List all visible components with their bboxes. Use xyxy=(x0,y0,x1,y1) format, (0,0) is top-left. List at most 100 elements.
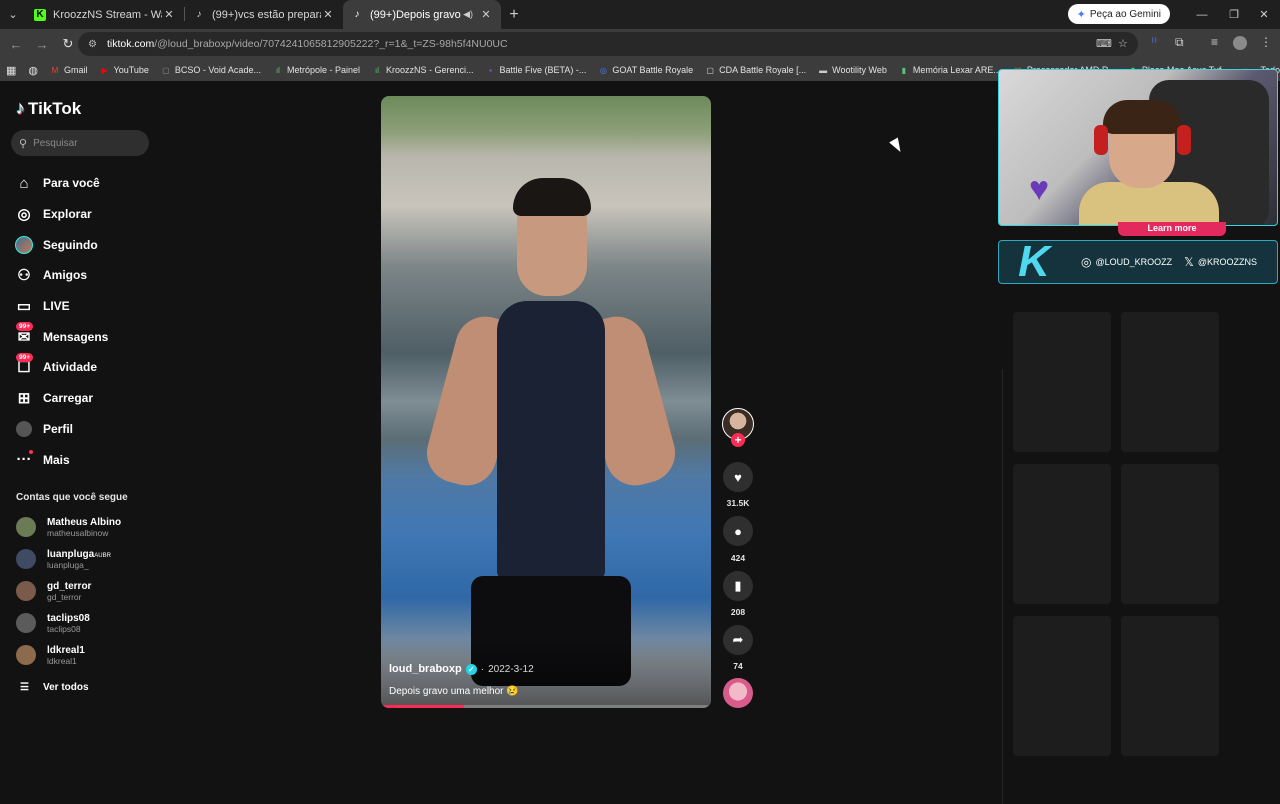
bookmark-item[interactable]: ▮ Memória Lexar ARE... xyxy=(899,65,1001,75)
video-thumbnail-placeholder[interactable] xyxy=(1013,464,1111,604)
bookmark-favicon-icon: ▶ xyxy=(101,65,108,75)
bookmark-item[interactable]: M Gmail xyxy=(50,65,88,75)
sidebar-item-perfil[interactable]: Perfil xyxy=(14,414,108,445)
music-disc-avatar[interactable] xyxy=(723,678,753,708)
follow-plus-icon[interactable]: + xyxy=(731,433,745,447)
verified-icon: ✓ xyxy=(465,663,477,675)
learn-more-button[interactable]: Learn more xyxy=(1118,222,1226,236)
bookmark-label: Battle Five (BETA) -... xyxy=(499,65,587,75)
video-author[interactable]: loud_braboxp ✓ · 2022-3-12 xyxy=(389,663,534,675)
x-logo-icon: 𝕏 xyxy=(1184,255,1194,269)
bookmark-label: Memória Lexar ARE... xyxy=(912,65,1001,75)
video-subject-illustration xyxy=(420,176,682,708)
account-item[interactable]: Matheus Albino matheusalbinow xyxy=(16,512,121,542)
sidebar-item-mensagens[interactable]: ✉ 99+ Mensagens xyxy=(14,321,108,352)
sidebar-item-label: Mais xyxy=(43,452,70,467)
extension-icon[interactable]: ⁾⁾ xyxy=(1151,35,1157,49)
profile-avatar[interactable] xyxy=(1233,36,1247,50)
tab-kroozzns-stream[interactable]: K KroozzNS Stream - Watch Live ✕ xyxy=(26,0,184,29)
back-icon[interactable]: ← xyxy=(4,32,28,56)
bookmark-item[interactable]: ▬ Wootility Web xyxy=(818,65,887,75)
sidebar-item-label: Amigos xyxy=(43,268,88,283)
sidebar-item-para-voce[interactable]: ⌂ Para você xyxy=(14,168,108,199)
account-item[interactable]: ldkreal1 ldkreal1 xyxy=(16,640,85,670)
tiktok-logo[interactable]: ♪ TikTok xyxy=(16,98,81,119)
video-thumbnail-placeholder[interactable] xyxy=(1013,312,1111,452)
sidebar-item-seguindo[interactable]: Seguindo xyxy=(14,229,108,260)
bookmark-item[interactable]: ◎ GOAT Battle Royale xyxy=(598,65,693,75)
sidebar-item-amigos[interactable]: ⚇ Amigos xyxy=(14,260,108,291)
gemini-button[interactable]: ✦ Peça ao Gemini xyxy=(1067,4,1170,24)
minimize-icon[interactable]: — xyxy=(1186,0,1218,29)
like-heart-icon[interactable]: ♥ xyxy=(723,462,753,492)
like-count: 31.5K xyxy=(726,498,750,508)
tiktok-logo-text: TikTok xyxy=(28,98,82,118)
bookmark-icon[interactable]: ▮ xyxy=(723,571,753,601)
bookmark-item[interactable]: ▢ BCSO - Void Acade... xyxy=(161,65,261,75)
video-player[interactable]: loud_braboxp ✓ · 2022-3-12 Depois gravo … xyxy=(381,96,711,708)
sidebar-item-label: Para você xyxy=(43,176,100,191)
bookmark-item[interactable]: ▶ YouTube xyxy=(100,65,148,75)
bookmark-favicon-icon: ◎ xyxy=(599,65,607,75)
bookmark-label: BCSO - Void Acade... xyxy=(174,65,261,75)
bookmark-item[interactable]: ▢ CDA Battle Royale [... xyxy=(705,65,806,75)
close-tab-icon[interactable]: ✕ xyxy=(321,8,335,21)
translate-icon[interactable]: ⌨ xyxy=(1096,37,1112,50)
x-handle: 𝕏 @KROOZZNS xyxy=(1184,255,1257,269)
account-item[interactable]: taclips08 taclips08 xyxy=(16,608,90,638)
menu-dots-icon[interactable]: ⋮ xyxy=(1260,35,1272,49)
new-tab-button[interactable]: + xyxy=(501,0,527,29)
comment-icon[interactable]: ● xyxy=(723,516,753,546)
account-handle: luanpluga_ xyxy=(47,559,89,570)
sidebar-item-label: LIVE xyxy=(43,299,70,314)
tab-tiktok-active[interactable]: ♪ (99+)Depois gravo uma me ◀) ✕ xyxy=(343,0,501,29)
sidebar-item-label: Carregar xyxy=(43,391,94,406)
share-arrow-icon[interactable]: ➦ xyxy=(723,625,753,655)
video-thumbnail-placeholder[interactable] xyxy=(1121,464,1219,604)
account-item[interactable]: luanplugaAUBR luanpluga_ xyxy=(16,544,111,574)
tab-title: (99+)vcs estão preparados pra xyxy=(212,8,321,21)
bookmark-item[interactable]: ▪ Battle Five (BETA) -... xyxy=(486,65,587,75)
search-input[interactable]: ⚲ Pesquisar xyxy=(11,130,149,156)
tab-tiktok-1[interactable]: ♪ (99+)vcs estão preparados pra ✕ xyxy=(185,0,343,29)
reload-icon[interactable]: ↻ xyxy=(56,32,80,56)
video-progress-bar[interactable] xyxy=(381,705,711,708)
address-bar[interactable]: ⚙ tiktok.com/@loud_braboxp/video/7074241… xyxy=(78,32,1138,56)
restore-icon[interactable]: ❐ xyxy=(1218,0,1250,29)
account-name: ldkreal1 xyxy=(47,644,85,656)
apps-grid-icon[interactable]: ▦ xyxy=(6,64,16,77)
media-control-icon[interactable]: ≡ xyxy=(1211,35,1218,49)
sidebar-item-label: Seguindo xyxy=(43,237,98,252)
forward-icon[interactable]: → xyxy=(30,32,54,56)
account-name: gd_terror xyxy=(47,580,92,592)
sidebar-item-explorar[interactable]: ◎ Explorar xyxy=(14,199,108,230)
live-icon: ▭ xyxy=(16,298,32,316)
tab-search-chevron-icon[interactable]: ⌄ xyxy=(0,0,26,29)
video-thumbnail-placeholder[interactable] xyxy=(1121,616,1219,756)
bookmark-favicon-icon: ▪ xyxy=(489,65,492,75)
video-thumbnail-placeholder[interactable] xyxy=(1013,616,1111,756)
extensions-puzzle-icon[interactable]: ⧉ xyxy=(1175,35,1184,50)
bookmark-item[interactable]: ıl KroozzNS - Gerenci... xyxy=(372,65,474,75)
globe-icon[interactable]: ◍ xyxy=(28,64,38,77)
account-item[interactable]: gd_terror gd_terror xyxy=(16,576,91,606)
video-thumbnail-placeholder[interactable] xyxy=(1121,312,1219,452)
bookmark-star-icon[interactable]: ☆ xyxy=(1118,37,1128,50)
sidebar-item-carregar[interactable]: ⊞ Carregar xyxy=(14,383,108,414)
close-window-icon[interactable]: ✕ xyxy=(1248,0,1280,29)
video-date-sep: · xyxy=(480,663,485,675)
see-all-button[interactable]: ☰ Ver todos xyxy=(20,682,89,693)
close-tab-icon[interactable]: ✕ xyxy=(479,8,493,21)
sidebar-item-mais[interactable]: ··· Mais xyxy=(14,444,108,475)
account-avatar xyxy=(16,645,36,665)
bookmark-label: Metrópole - Painel xyxy=(286,65,360,75)
close-tab-icon[interactable]: ✕ xyxy=(162,8,176,21)
speaker-icon[interactable]: ◀) xyxy=(463,9,473,20)
bookmark-favicon-icon: ▢ xyxy=(706,65,714,75)
account-avatar xyxy=(16,581,36,601)
bookmark-item[interactable]: ıl Metrópole - Painel xyxy=(273,65,360,75)
friends-icon: ⚇ xyxy=(17,267,31,285)
sidebar-item-live[interactable]: ▭ LIVE xyxy=(14,291,108,322)
sidebar-item-atividade[interactable]: ☐ 99+ Atividade xyxy=(14,352,108,383)
site-info-icon[interactable]: ⚙ xyxy=(88,39,97,50)
